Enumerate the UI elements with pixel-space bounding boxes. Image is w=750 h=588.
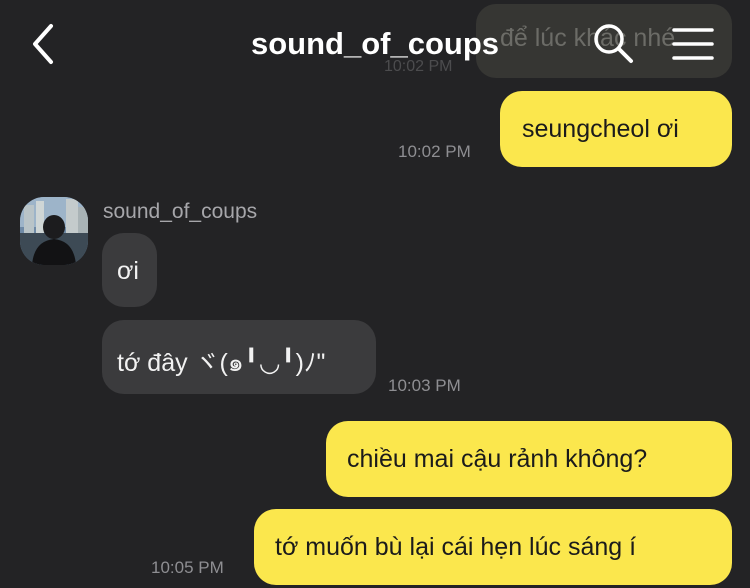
chat-header: để lúc khác nhé 10:02 PM sound_of_coups: [0, 0, 750, 90]
outgoing-message-bubble[interactable]: tớ muốn bù lại cái hẹn lúc sáng í: [254, 509, 732, 585]
menu-button[interactable]: [672, 26, 714, 62]
avatar[interactable]: [20, 197, 88, 265]
message-timestamp: 10:02 PM: [398, 142, 471, 161]
chat-title: sound_of_coups: [250, 26, 499, 61]
message-timestamp: 10:03 PM: [388, 376, 461, 395]
search-icon: [594, 24, 633, 63]
outgoing-message-bubble[interactable]: seungcheol ơi: [500, 91, 732, 167]
search-button[interactable]: [592, 22, 634, 64]
message-timestamp: 10:05 PM: [151, 558, 224, 577]
message-text: tớ muốn bù lại cái hẹn lúc sáng í: [275, 533, 637, 561]
incoming-message-bubble[interactable]: tớ đây ヾ(๑╹◡╹)ﾉ": [102, 320, 376, 394]
message-text: seungcheol ơi: [522, 115, 679, 143]
message-text: chiều mai cậu rảnh không?: [347, 445, 648, 473]
message-text: ơi: [117, 257, 139, 285]
message-text: tớ đây ヾ(๑╹◡╹)ﾉ": [117, 349, 326, 377]
incoming-message-bubble[interactable]: ơi: [102, 233, 157, 307]
sender-name: sound_of_coups: [103, 200, 258, 223]
profile-photo: [20, 197, 88, 265]
outgoing-message-bubble[interactable]: chiều mai cậu rảnh không?: [326, 421, 732, 497]
hamburger-menu-icon: [672, 28, 714, 60]
